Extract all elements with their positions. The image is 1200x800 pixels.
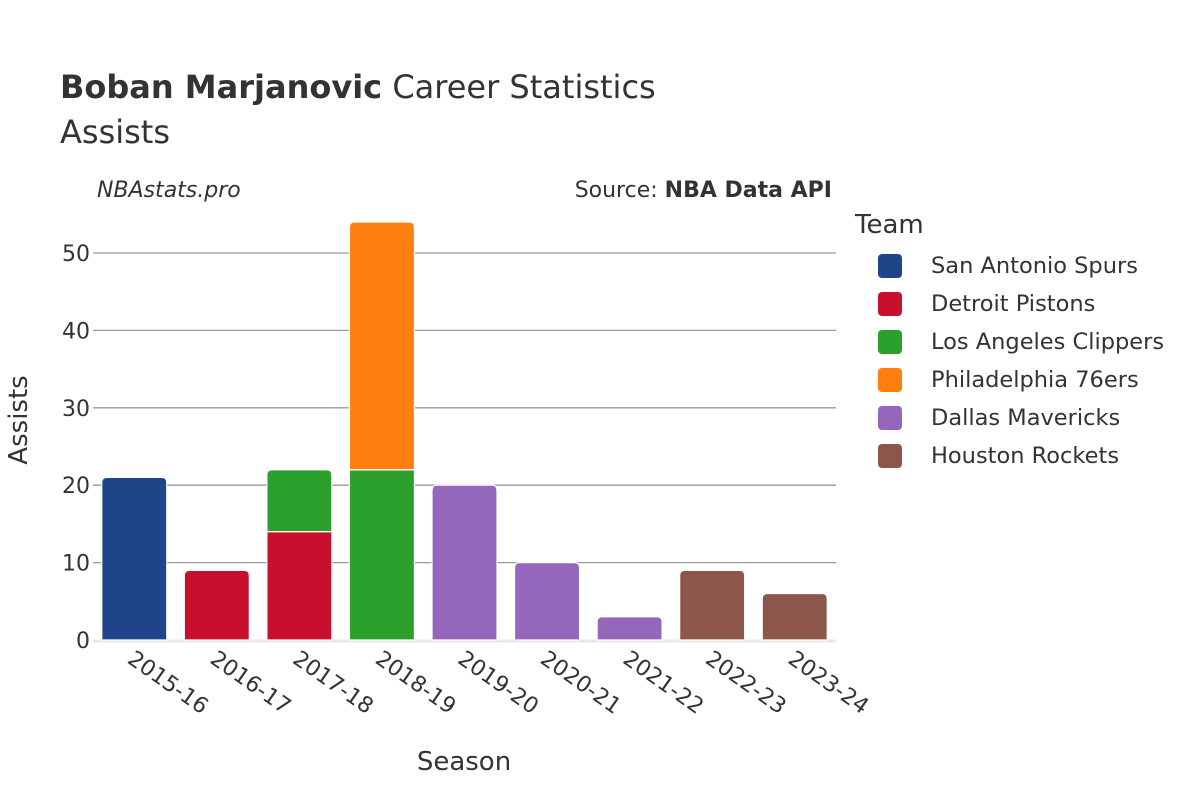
x-tick-label: 2021-22 — [618, 646, 708, 719]
legend-swatch — [878, 254, 902, 278]
bar-segment — [266, 531, 333, 641]
bar-segment — [596, 616, 663, 641]
legend-label: Dallas Mavericks — [931, 405, 1121, 431]
x-tick-label: 2019-20 — [453, 646, 543, 719]
x-tick-label: 2015-16 — [123, 646, 213, 719]
legend-swatch — [878, 406, 902, 430]
legend-label: Detroit Pistons — [931, 291, 1096, 317]
bar-segment — [761, 592, 828, 641]
y-tick-label: 40 — [62, 319, 90, 344]
y-tick-label: 10 — [62, 552, 90, 577]
x-tick-label: 2023-24 — [783, 646, 873, 719]
legend-swatch — [878, 292, 902, 316]
bar-segment — [431, 484, 498, 641]
y-tick-label: 0 — [76, 629, 90, 654]
x-tick-label: 2016-17 — [205, 646, 295, 719]
legend-swatch — [878, 368, 902, 392]
legend-label: Los Angeles Clippers — [931, 329, 1165, 355]
y-tick-label: 30 — [62, 397, 90, 422]
legend-title: Team — [855, 210, 924, 240]
x-tick-label: 2020-21 — [536, 646, 626, 719]
legend-item[interactable]: San Antonio Spurs — [878, 253, 1138, 279]
legend-label: Houston Rockets — [931, 443, 1120, 469]
bar-segment — [513, 562, 581, 641]
x-tick-label: 2017-18 — [288, 646, 378, 719]
y-tick-label: 20 — [62, 474, 90, 499]
bar-chart: 010203040502015-162016-172017-182018-192… — [4, 221, 873, 777]
legend-label: San Antonio Spurs — [931, 253, 1138, 279]
bar-segment — [348, 469, 416, 641]
legend-swatch — [878, 444, 902, 468]
legend-label: Philadelphia 76ers — [931, 367, 1139, 393]
bar-segment — [679, 569, 746, 641]
x-axis-title: Season — [417, 747, 511, 777]
y-axis-title: Assists — [4, 375, 34, 464]
y-tick-label: 50 — [62, 242, 90, 267]
x-tick-label: 2018-19 — [371, 646, 461, 719]
bar-segment — [348, 221, 416, 471]
legend-item[interactable]: Detroit Pistons — [878, 291, 1095, 317]
legend-item[interactable]: Dallas Mavericks — [878, 405, 1120, 431]
legend-item[interactable]: Houston Rockets — [878, 443, 1119, 469]
bar-segment — [266, 469, 333, 533]
bar-segment — [101, 476, 168, 641]
x-tick-label: 2022-23 — [701, 646, 791, 719]
legend-item[interactable]: Philadelphia 76ers — [878, 367, 1139, 393]
legend-swatch — [878, 330, 902, 354]
legend-item[interactable]: Los Angeles Clippers — [878, 329, 1164, 355]
bar-segment — [183, 569, 250, 641]
